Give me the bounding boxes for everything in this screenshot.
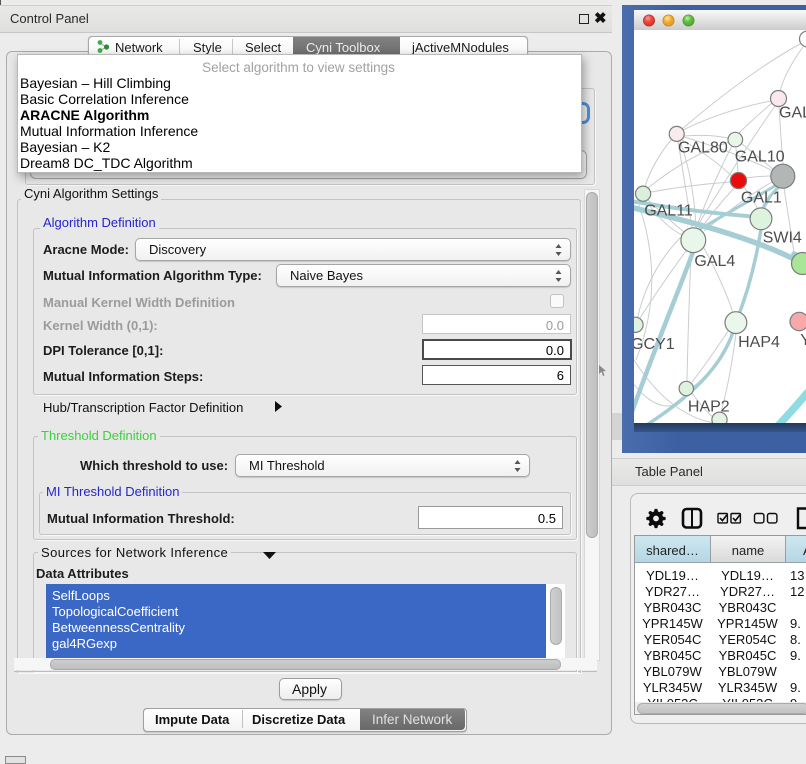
svg-text:GAL4: GAL4 bbox=[694, 253, 735, 270]
svg-text:HAP2: HAP2 bbox=[688, 399, 730, 416]
svg-text:GAL2: GAL2 bbox=[779, 105, 806, 122]
svg-text:SWI4: SWI4 bbox=[763, 230, 802, 247]
svg-text:GAL1: GAL1 bbox=[741, 190, 782, 207]
svg-text:HAP4: HAP4 bbox=[738, 334, 780, 351]
svg-text:GCY1: GCY1 bbox=[634, 336, 675, 353]
svg-text:GAL80: GAL80 bbox=[678, 140, 728, 157]
svg-text:GAL11: GAL11 bbox=[644, 203, 693, 220]
svg-text:YBR0: YBR0 bbox=[800, 332, 806, 349]
svg-text:GAL10: GAL10 bbox=[735, 149, 785, 166]
